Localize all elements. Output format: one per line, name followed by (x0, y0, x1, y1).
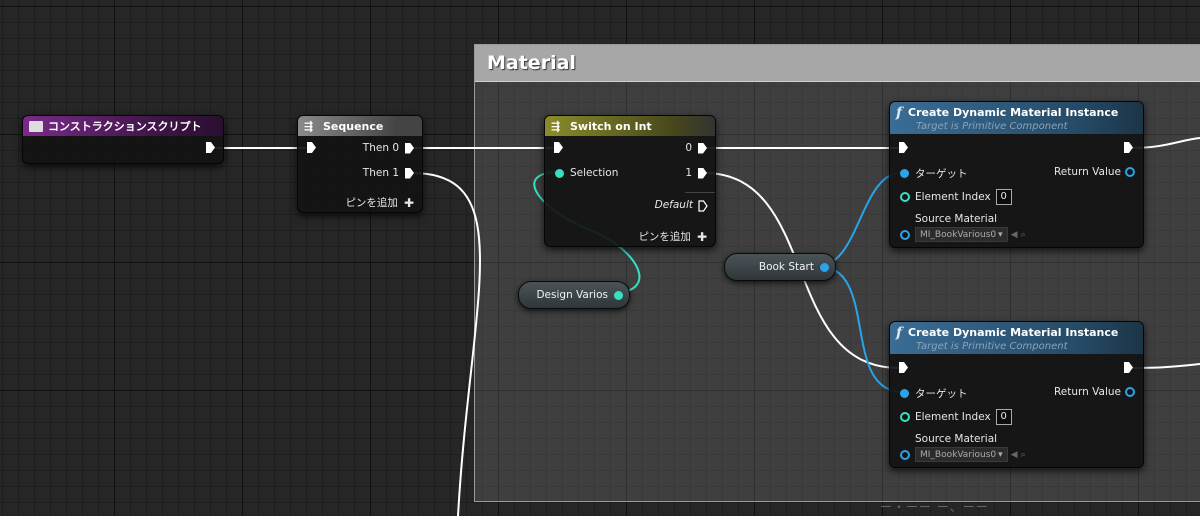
source-material-value: MI_BookVarious0 (920, 449, 997, 460)
target-pin[interactable] (900, 169, 909, 178)
exec-output-pin[interactable] (1124, 362, 1133, 373)
output-1-label: 1 (685, 167, 692, 179)
exec-output-pin[interactable] (1124, 142, 1133, 153)
default-label: Default (654, 199, 693, 211)
construction-script-node[interactable]: コンストラクションスクリプト (22, 115, 224, 164)
plus-icon: ✚ (403, 195, 414, 210)
element-index-pin[interactable] (900, 412, 910, 422)
construction-script-title: コンストラクションスクリプト (48, 120, 202, 133)
source-material-label: Source Material (915, 213, 998, 225)
exec-input-pin[interactable] (899, 142, 908, 153)
add-pin-button[interactable]: ピンを追加 ✚ (345, 195, 414, 210)
book-start-label: Book Start (758, 261, 814, 273)
then1-pin[interactable] (405, 167, 414, 179)
cdmi1-subtitle: Target is Primitive Component (916, 120, 1068, 132)
default-pin[interactable] (698, 199, 708, 212)
design-varios-pin[interactable] (614, 290, 623, 300)
source-material-pin[interactable] (900, 449, 910, 460)
add-pin-label: ピンを追加 (345, 197, 398, 209)
target-pin[interactable] (900, 389, 909, 398)
function-icon: f (896, 324, 903, 341)
source-material-label: Source Material (915, 433, 998, 445)
sequence-icon: ⇶ (304, 119, 314, 133)
plus-icon: ✚ (696, 229, 707, 244)
then1-label: Then 1 (362, 167, 399, 179)
sequence-node[interactable]: ⇶ Sequence Then 0 Then 1 ピンを追加 ✚ (297, 115, 423, 213)
target-label: ターゲット (915, 168, 968, 180)
cdmi1-title: Create Dynamic Material Instance (908, 106, 1119, 119)
chevron-down-icon: ▾ (998, 229, 1003, 240)
create-dynamic-material-instance-node-1[interactable]: f Create Dynamic Material Instance Targe… (889, 101, 1144, 248)
switch-icon: ⇶ (551, 119, 561, 133)
add-pin-button[interactable]: ピンを追加 ✚ (638, 229, 707, 244)
return-value-pin[interactable] (1125, 387, 1135, 397)
chevron-down-icon: ▾ (998, 449, 1003, 460)
source-material-pin[interactable] (900, 229, 910, 240)
element-index-input[interactable]: 0 (995, 189, 1012, 205)
return-value-label: Return Value (1053, 166, 1121, 178)
event-icon (29, 120, 43, 132)
cdmi2-title: Create Dynamic Material Instance (908, 326, 1119, 339)
exec-output-pin[interactable] (206, 142, 215, 153)
return-value-label: Return Value (1053, 386, 1121, 398)
element-index-label: Element Index (915, 191, 991, 203)
source-material-value: MI_BookVarious0 (920, 229, 997, 240)
exec-input-pin[interactable] (554, 142, 563, 153)
output-0-label: 0 (685, 142, 692, 154)
target-label: ターゲット (915, 388, 968, 400)
function-icon: f (896, 104, 903, 121)
cdmi2-subtitle: Target is Primitive Component (916, 340, 1068, 352)
browse-search-icon[interactable]: ⌕ (1021, 450, 1026, 460)
browse-search-icon[interactable]: ⌕ (1021, 230, 1026, 240)
design-varios-variable[interactable]: Design Varios (518, 281, 630, 309)
then0-label: Then 0 (362, 142, 399, 154)
sequence-title: Sequence (323, 119, 384, 133)
add-pin-label: ピンを追加 (638, 231, 691, 243)
selection-pin[interactable] (555, 168, 564, 178)
use-selected-icon[interactable]: ◀ (1011, 450, 1018, 460)
source-material-dropdown[interactable]: MI_BookVarious0 ▾ (915, 227, 1008, 242)
book-start-variable[interactable]: Book Start (724, 253, 836, 281)
output-0-pin[interactable] (698, 142, 707, 154)
output-1-pin[interactable] (698, 167, 707, 179)
use-selected-icon[interactable]: ◀ (1011, 230, 1018, 240)
wire-then1-down (411, 172, 481, 516)
exec-input-pin[interactable] (307, 142, 316, 153)
element-index-pin[interactable] (900, 192, 910, 202)
then0-pin[interactable] (405, 142, 414, 154)
book-start-pin[interactable] (820, 262, 829, 272)
element-index-input[interactable]: 0 (995, 409, 1012, 425)
selection-label: Selection (570, 167, 619, 179)
element-index-label: Element Index (915, 411, 991, 423)
exec-input-pin[interactable] (899, 362, 908, 373)
switch-title: Switch on Int (570, 119, 652, 133)
divider (685, 192, 715, 193)
source-material-dropdown[interactable]: MI_BookVarious0 ▾ (915, 447, 1008, 462)
create-dynamic-material-instance-node-2[interactable]: f Create Dynamic Material Instance Targe… (889, 321, 1144, 468)
return-value-pin[interactable] (1125, 167, 1135, 177)
design-varios-label: Design Varios (536, 289, 608, 301)
switch-on-int-node[interactable]: ⇶ Switch on Int 0 Selection 1 Default ピン… (544, 115, 716, 247)
